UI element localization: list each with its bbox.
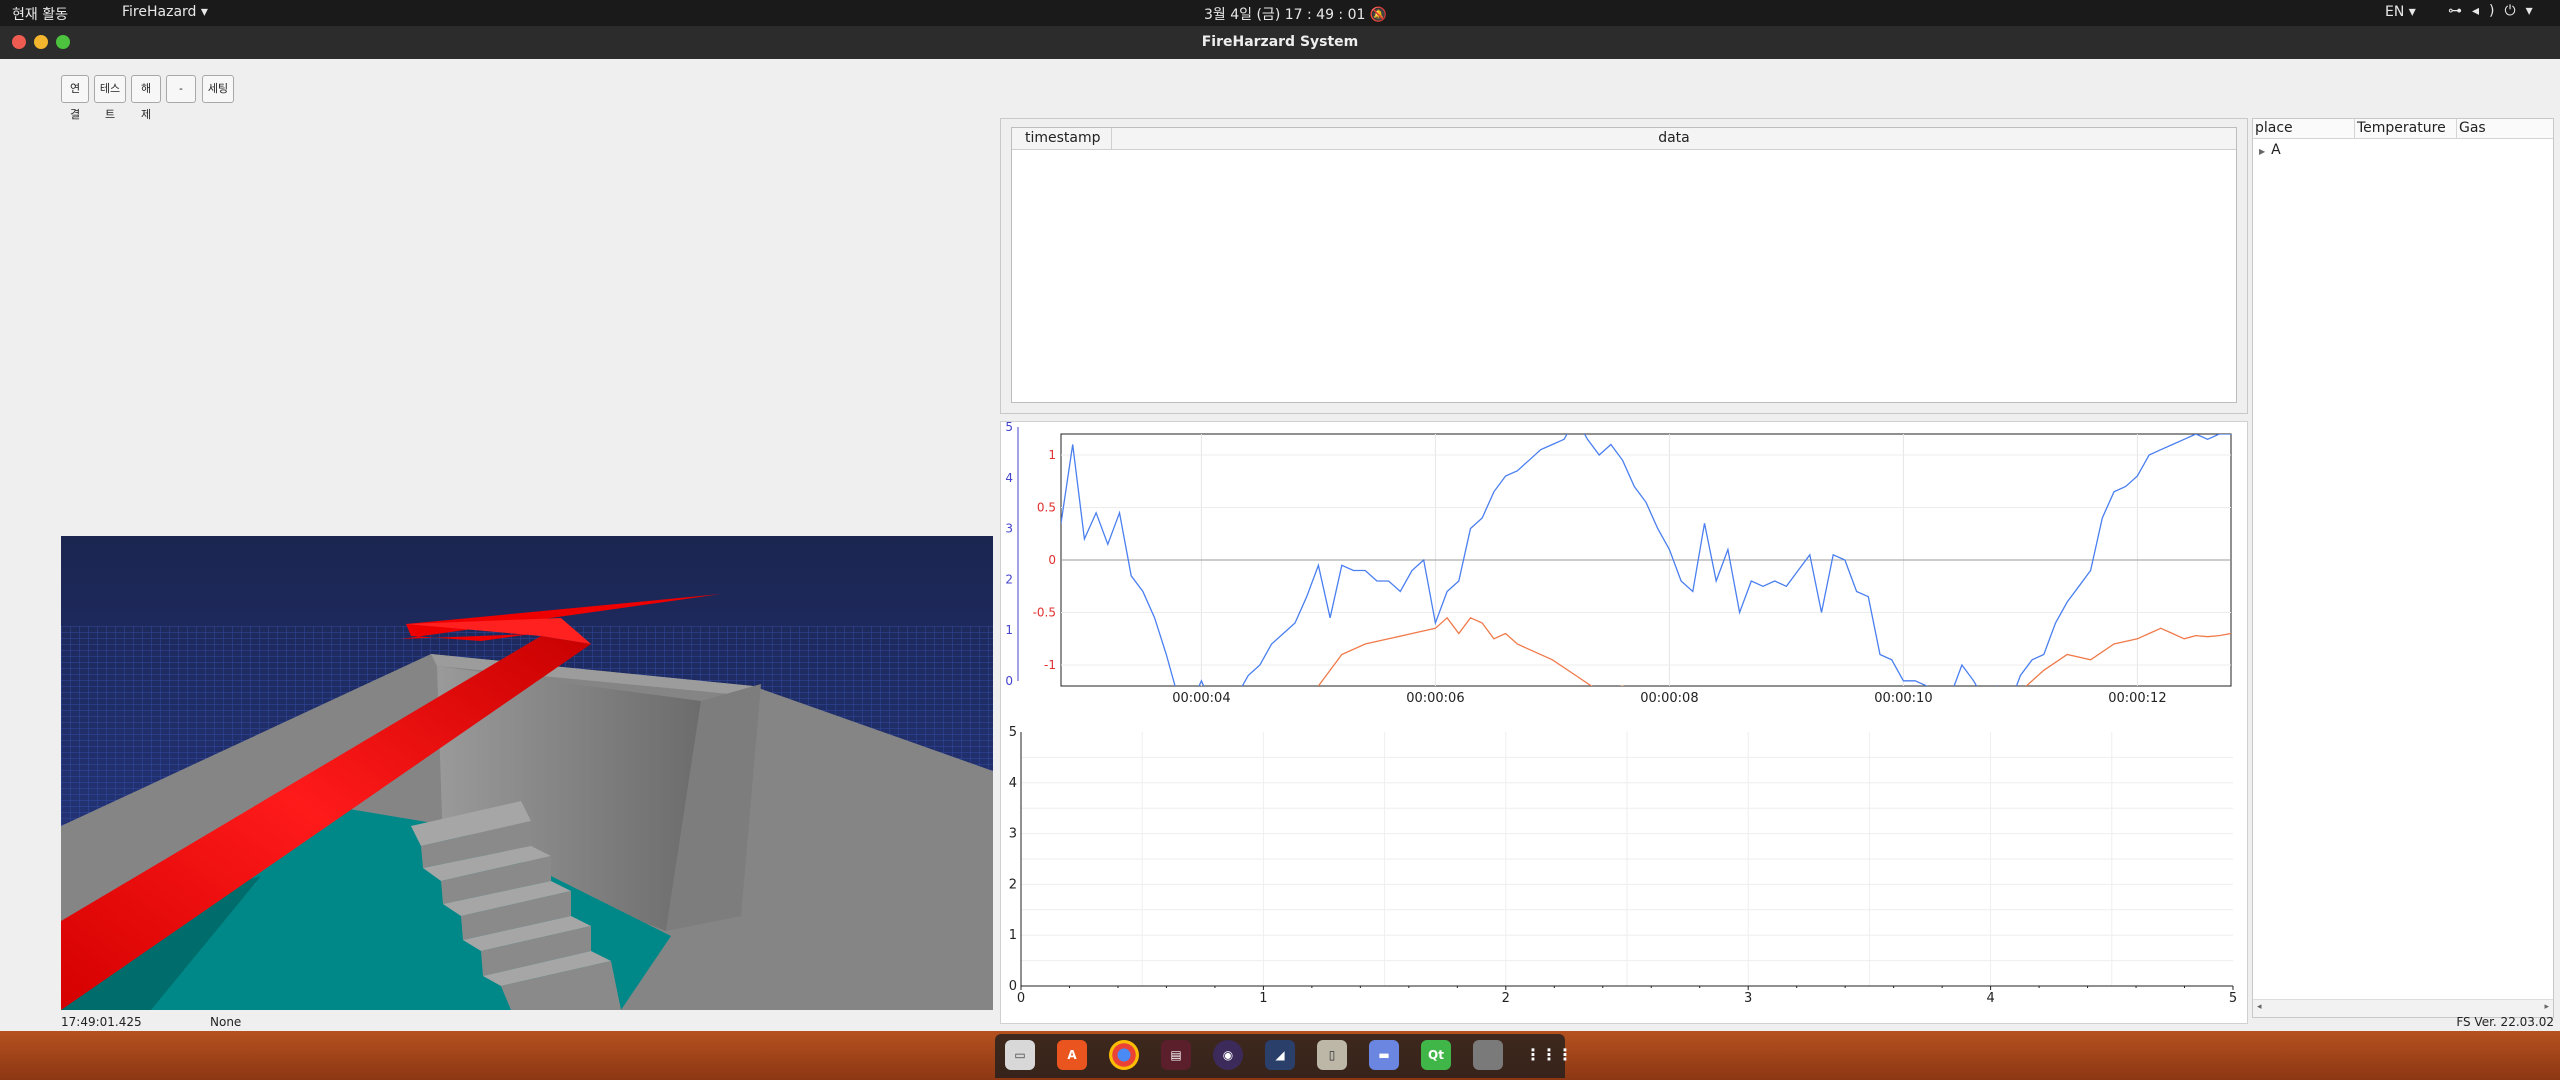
- inner-y-tick-label: 0: [1048, 553, 1056, 567]
- app-grid-icon[interactable]: ⋮⋮⋮: [1525, 1040, 1573, 1070]
- tree-row-a[interactable]: ▶ A: [2259, 142, 2281, 158]
- activities-button[interactable]: 현재 활동: [12, 4, 68, 24]
- software-center-icon[interactable]: A: [1057, 1040, 1087, 1070]
- left-y-tick-label: 0: [1005, 674, 1013, 688]
- x-tick-label: 00:00:10: [1874, 691, 1932, 702]
- left-y-tick-label: 1: [1005, 623, 1013, 637]
- sensor-tree[interactable]: place Temperature Gas ▶ A ◂ ▸: [2252, 118, 2554, 1018]
- expand-arrow-icon[interactable]: ▶: [2259, 147, 2265, 156]
- window-title-bar: FireHarzard System: [0, 26, 2560, 59]
- release-button[interactable]: 해제: [131, 75, 161, 121]
- x-tick-label: 1: [1259, 991, 1267, 1006]
- window-title: FireHarzard System: [1201, 34, 1359, 50]
- running-app-icon[interactable]: [1473, 1040, 1503, 1070]
- y-tick-label: 5: [1009, 725, 1017, 740]
- column-header-temperature[interactable]: Temperature: [2355, 119, 2457, 139]
- sensor-line-chart[interactable]: 00:00:04 00:00:06 00:00:08 00:00:10 00:00:12…: [1001, 422, 2247, 702]
- column-header-place[interactable]: place: [2253, 119, 2355, 139]
- status-time: 17:49:01.425: [61, 1015, 142, 1029]
- screenshot-icon[interactable]: ▬: [1369, 1040, 1399, 1070]
- system-top-bar: 현재 활동 FireHazard ▾ 3월 4일 (금) 17 : 49 : 0…: [0, 0, 2560, 26]
- log-table[interactable]: timestamp data: [1011, 127, 2237, 403]
- taskbar-dock: ▭ A ▤ ◉ ◢ ▯ ▬ Qt ⋮⋮⋮: [0, 1031, 2560, 1080]
- status-state: None: [210, 1015, 242, 1029]
- version-label: FS Ver. 22.03.02: [2456, 1015, 2554, 1029]
- app-menu[interactable]: FireHazard ▾: [122, 4, 208, 20]
- inner-y-tick-label: -1: [1044, 658, 1056, 672]
- inner-y-tick-label: 0.5: [1037, 501, 1056, 515]
- language-menu[interactable]: EN ▾: [2385, 4, 2416, 20]
- column-header-timestamp[interactable]: timestamp: [1012, 128, 1112, 150]
- status-bar: 17:49:01.425 None FS Ver. 22.03.02: [0, 1010, 2560, 1031]
- y-tick-label: 3: [1009, 827, 1017, 842]
- column-header-data[interactable]: data: [1112, 128, 2236, 150]
- connect-button[interactable]: 연결: [61, 75, 89, 121]
- test-button[interactable]: 테스트: [94, 75, 126, 121]
- files-icon[interactable]: ▭: [1005, 1040, 1035, 1070]
- y-tick-label: 0: [1009, 979, 1017, 994]
- left-y-tick-label: 3: [1005, 522, 1013, 536]
- clock[interactable]: 3월 4일 (금) 17 : 49 : 01 🔕: [1204, 4, 1387, 24]
- left-y-tick-label: 5: [1005, 422, 1013, 434]
- log-panel: timestamp data: [1000, 118, 2248, 414]
- volume-icon: ◂): [2472, 3, 2505, 19]
- clock-text: 3월 4일 (금) 17 : 49 : 01: [1204, 7, 1366, 23]
- building-3d-scene: [61, 536, 993, 1010]
- x-tick-label: 5: [2229, 991, 2237, 1006]
- x-tick-label: 00:00:08: [1640, 691, 1698, 702]
- main-window: 연결 테스트 해제 - 세팅 timestamp data 00:00:04 0…: [0, 59, 2560, 1031]
- x-tick-label: 0: [1017, 991, 1025, 1006]
- column-header-gas[interactable]: Gas: [2457, 119, 2553, 139]
- x-tick-label: 00:00:12: [2108, 691, 2166, 702]
- ide-icon[interactable]: ◢: [1265, 1040, 1295, 1070]
- x-tick-label: 3: [1744, 991, 1752, 1006]
- settings-button[interactable]: 세팅: [202, 75, 234, 103]
- chart-panel: 00:00:04 00:00:06 00:00:08 00:00:10 00:00:12…: [1000, 421, 2248, 1024]
- dash-button[interactable]: -: [166, 75, 196, 103]
- tree-row-label: A: [2271, 142, 2281, 158]
- y-tick-label: 1: [1009, 928, 1017, 943]
- y-tick-label: 2: [1009, 877, 1017, 892]
- power-icon: ⏻: [2504, 3, 2526, 19]
- left-y-tick-label: 4: [1005, 471, 1013, 485]
- building-3d-view[interactable]: [61, 536, 993, 1010]
- qt-creator-icon[interactable]: Qt: [1421, 1040, 1451, 1070]
- monitor-app-icon[interactable]: ▤: [1161, 1040, 1191, 1070]
- inner-y-tick-label: 1: [1048, 448, 1056, 462]
- x-tick-label: 2: [1502, 991, 1510, 1006]
- dock-bar: ▭ A ▤ ◉ ◢ ▯ ▬ Qt ⋮⋮⋮: [995, 1034, 1573, 1078]
- empty-line-chart[interactable]: 0 1 2 3 4 5 0 1 2 3 4 5: [1001, 722, 2247, 1012]
- x-tick-label: 00:00:04: [1172, 691, 1230, 702]
- chrome-icon[interactable]: [1109, 1040, 1139, 1070]
- network-icon: ⊶: [2448, 3, 2472, 19]
- github-icon[interactable]: ◉: [1213, 1040, 1243, 1070]
- bell-off-icon: 🔕: [1369, 7, 1388, 23]
- system-tray[interactable]: ⊶◂)⏻▾: [2448, 3, 2543, 19]
- x-tick-label: 4: [1986, 991, 1994, 1006]
- left-y-tick-label: 2: [1005, 572, 1013, 586]
- x-tick-label: 00:00:06: [1406, 691, 1464, 702]
- document-icon[interactable]: ▯: [1317, 1040, 1347, 1070]
- inner-y-tick-label: -0.5: [1033, 606, 1056, 620]
- y-tick-label: 4: [1009, 776, 1017, 791]
- chevron-down-icon: ▾: [2525, 3, 2543, 19]
